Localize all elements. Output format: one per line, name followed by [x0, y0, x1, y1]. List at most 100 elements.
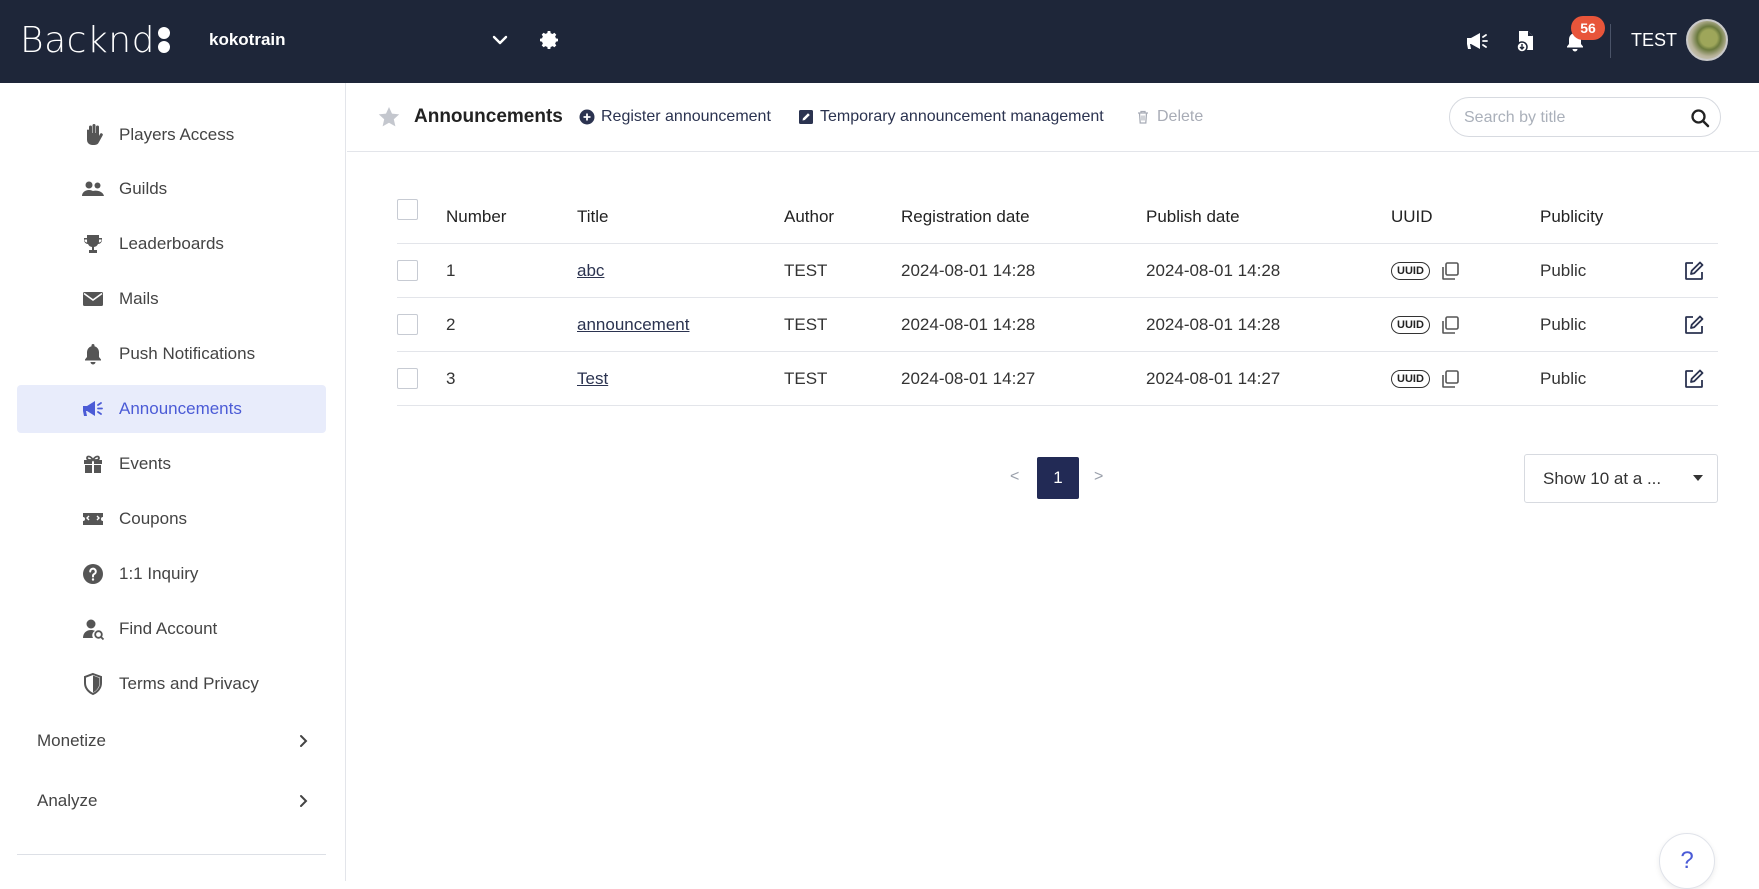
- column-header-publish-date[interactable]: Publish date: [1146, 190, 1240, 244]
- sidebar: Players Access Guilds Leaderboards Mails…: [0, 83, 346, 881]
- row-author: TEST: [784, 315, 828, 334]
- content-header: Announcements Register announcement Temp…: [347, 83, 1759, 152]
- table-row: 1 abc TEST 2024-08-01 14:28 2024-08-01 1…: [397, 244, 1718, 298]
- column-header-number[interactable]: Number: [446, 190, 506, 244]
- copy-icon[interactable]: [1440, 261, 1460, 281]
- copy-icon[interactable]: [1440, 315, 1460, 335]
- delete-label: Delete: [1157, 108, 1204, 125]
- user-search-icon: [83, 619, 105, 641]
- search-input[interactable]: [1464, 107, 1674, 129]
- row-publicity: Public: [1540, 369, 1587, 388]
- row-number: 3: [446, 369, 456, 388]
- uuid-tag[interactable]: UUID: [1391, 370, 1430, 388]
- uuid-tag[interactable]: UUID: [1391, 316, 1430, 334]
- sidebar-item-label: Leaderboards: [119, 234, 224, 253]
- row-publicity: Public: [1540, 315, 1587, 334]
- sidebar-item-players-access[interactable]: Players Access: [17, 111, 326, 159]
- bell-icon: [85, 344, 101, 365]
- sidebar-item-mails[interactable]: Mails: [17, 275, 326, 323]
- username[interactable]: TEST: [1631, 30, 1677, 51]
- logo-mark: [157, 26, 170, 54]
- column-header-author[interactable]: Author: [784, 190, 834, 244]
- temporary-announcement-button[interactable]: Temporary announcement management: [798, 108, 1104, 126]
- sidebar-item-find-account[interactable]: Find Account: [17, 605, 326, 653]
- top-bar: Backnd kokotrain 56 TEST: [0, 0, 1759, 83]
- edit-icon[interactable]: [1683, 314, 1705, 336]
- column-header-publicity[interactable]: Publicity: [1540, 190, 1603, 244]
- chevron-right-icon: [300, 735, 308, 747]
- sidebar-item-leaderboards[interactable]: Leaderboards: [17, 220, 326, 268]
- sidebar-divider: [17, 854, 326, 855]
- sidebar-item-announcements[interactable]: Announcements: [17, 385, 326, 433]
- row-registration-date: 2024-08-01 14:28: [901, 315, 1036, 334]
- row-title-link[interactable]: abc: [577, 261, 604, 281]
- row-publish-date: 2024-08-01 14:27: [1146, 369, 1281, 388]
- edit-icon[interactable]: [1683, 260, 1705, 282]
- row-publish-date: 2024-08-01 14:28: [1146, 261, 1281, 280]
- edit-icon[interactable]: [1683, 368, 1705, 390]
- column-header-registration-date[interactable]: Registration date: [901, 190, 1030, 244]
- pagination-current-page[interactable]: 1: [1037, 457, 1079, 499]
- sidebar-item-label: Mails: [119, 289, 159, 308]
- table-header-row: Number Title Author Registration date Pu…: [397, 190, 1718, 244]
- row-uuid: UUID: [1391, 244, 1460, 298]
- gear-icon[interactable]: [537, 28, 561, 52]
- row-uuid: UUID: [1391, 352, 1460, 406]
- uuid-tag[interactable]: UUID: [1391, 262, 1430, 280]
- pagination-next[interactable]: >: [1094, 468, 1103, 486]
- row-author: TEST: [784, 369, 828, 388]
- sidebar-item-label: Events: [119, 454, 171, 473]
- register-announcement-label: Register announcement: [601, 108, 771, 125]
- avatar[interactable]: [1686, 19, 1728, 61]
- sidebar-item-inquiry[interactable]: 1:1 Inquiry: [17, 550, 326, 598]
- row-registration-date: 2024-08-01 14:27: [901, 369, 1036, 388]
- caret-down-icon: [1693, 475, 1703, 481]
- chevron-down-icon[interactable]: [490, 30, 510, 50]
- page-size-label: Show 10 at a ...: [1543, 468, 1662, 488]
- pagination-prev[interactable]: <: [1010, 468, 1019, 486]
- row-edit: [1683, 352, 1705, 406]
- sidebar-group-monetize[interactable]: Monetize: [17, 717, 326, 765]
- sidebar-group-label: Analyze: [37, 791, 98, 810]
- row-title-link[interactable]: announcement: [577, 315, 689, 335]
- select-all-checkbox[interactable]: [397, 199, 418, 220]
- ticket-icon: [83, 513, 103, 525]
- sidebar-group-analyze[interactable]: Analyze: [17, 777, 326, 825]
- row-number: 1: [446, 261, 456, 280]
- sidebar-item-label: 1:1 Inquiry: [119, 564, 199, 583]
- search-box: [1449, 97, 1721, 137]
- row-checkbox[interactable]: [397, 314, 418, 335]
- megaphone-icon[interactable]: [1463, 28, 1489, 54]
- row-author: TEST: [784, 261, 828, 280]
- project-name[interactable]: kokotrain: [209, 30, 286, 50]
- sidebar-item-push-notifications[interactable]: Push Notifications: [17, 330, 326, 378]
- register-announcement-button[interactable]: Register announcement: [579, 108, 771, 126]
- column-header-uuid[interactable]: UUID: [1391, 190, 1433, 244]
- sidebar-item-events[interactable]: Events: [17, 440, 326, 488]
- column-header-title[interactable]: Title: [577, 190, 609, 244]
- search-icon[interactable]: [1690, 108, 1710, 128]
- document-download-icon[interactable]: [1512, 28, 1538, 54]
- star-icon[interactable]: [377, 105, 401, 129]
- row-uuid: UUID: [1391, 298, 1460, 352]
- sidebar-item-coupons[interactable]: Coupons: [17, 495, 326, 543]
- copy-icon[interactable]: [1440, 369, 1460, 389]
- row-title-link[interactable]: Test: [577, 369, 608, 389]
- sidebar-item-label: Coupons: [119, 509, 188, 528]
- row-checkbox[interactable]: [397, 260, 418, 281]
- row-registration-date: 2024-08-01 14:28: [901, 261, 1036, 280]
- logo[interactable]: Backnd: [20, 19, 170, 61]
- row-checkbox[interactable]: [397, 368, 418, 389]
- page-size-select[interactable]: Show 10 at a ...: [1524, 454, 1718, 503]
- envelope-icon: [83, 292, 103, 306]
- sidebar-item-label: Find Account: [119, 619, 218, 638]
- temporary-announcement-label: Temporary announcement management: [820, 108, 1104, 125]
- delete-button[interactable]: Delete: [1135, 108, 1203, 126]
- table-row: 3 Test TEST 2024-08-01 14:27 2024-08-01 …: [397, 352, 1718, 406]
- plus-circle-icon: [579, 109, 595, 125]
- sidebar-item-terms-privacy[interactable]: Terms and Privacy: [17, 660, 326, 708]
- logo-text: Backnd: [20, 19, 155, 61]
- row-publish-date: 2024-08-01 14:28: [1146, 315, 1281, 334]
- sidebar-item-guilds[interactable]: Guilds: [17, 165, 326, 213]
- sidebar-item-label: Guilds: [119, 179, 168, 198]
